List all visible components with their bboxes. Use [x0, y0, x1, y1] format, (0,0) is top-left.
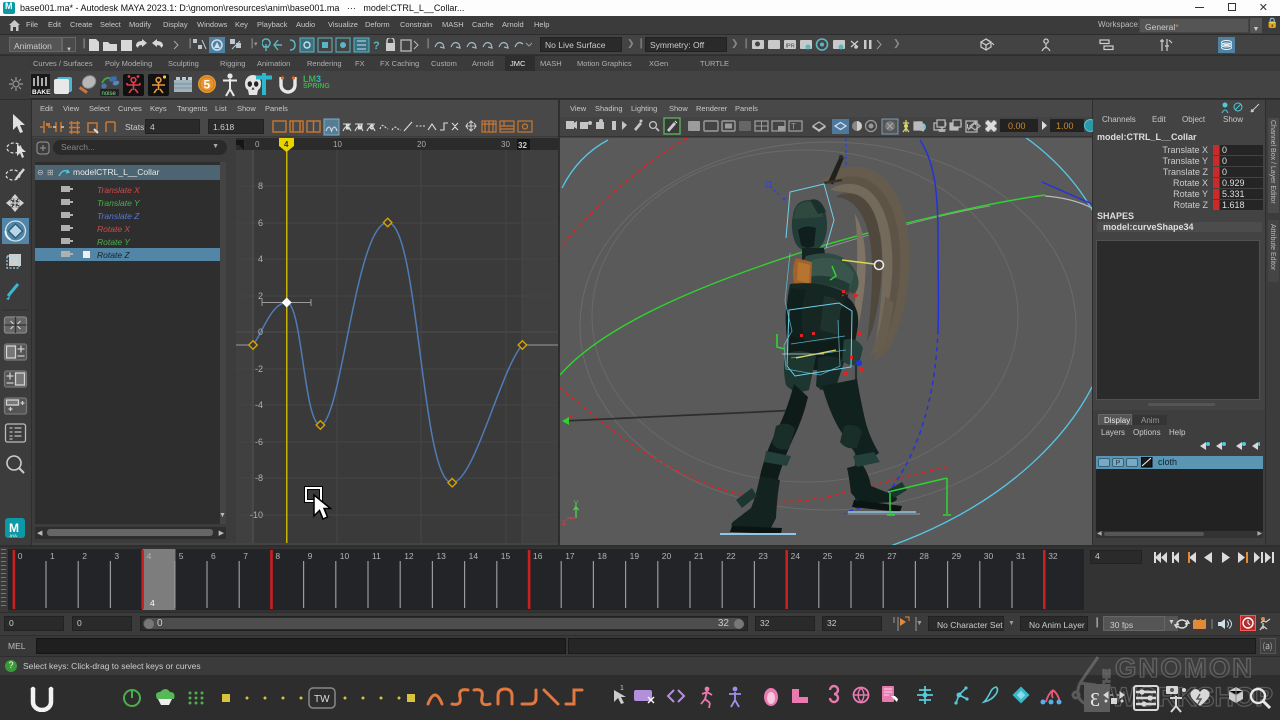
- svg-text:1: 1: [50, 551, 55, 561]
- svg-text:5: 5: [179, 551, 184, 561]
- svg-text:Ɛ: Ɛ: [1090, 689, 1100, 711]
- svg-text:0: 0: [255, 140, 260, 149]
- svg-text:32: 32: [1048, 551, 1058, 561]
- svg-text:13: 13: [436, 551, 446, 561]
- svg-text:-10: -10: [250, 510, 263, 520]
- svg-text:3: 3: [114, 551, 119, 561]
- svg-text:0.00: 0.00: [1008, 121, 1026, 131]
- svg-text:15: 15: [501, 551, 511, 561]
- svg-text:7: 7: [243, 551, 248, 561]
- svg-text:y: y: [574, 498, 578, 507]
- svg-text:0: 0: [258, 327, 263, 337]
- svg-text:4: 4: [150, 598, 155, 608]
- svg-text:4: 4: [147, 551, 152, 561]
- svg-text:4: 4: [258, 254, 263, 264]
- svg-text:-8: -8: [255, 473, 263, 483]
- svg-text:TW: TW: [314, 694, 330, 705]
- svg-text:10: 10: [340, 551, 350, 561]
- svg-text:4: 4: [284, 140, 289, 149]
- svg-text:18: 18: [597, 551, 607, 561]
- svg-text:31: 31: [1016, 551, 1026, 561]
- svg-text:5: 5: [204, 78, 211, 92]
- svg-text:-4: -4: [255, 400, 263, 410]
- svg-text:2: 2: [82, 551, 87, 561]
- svg-text:T: T: [791, 122, 796, 131]
- svg-text:M: M: [358, 125, 362, 131]
- svg-text:0: 0: [18, 551, 23, 561]
- svg-text:23: 23: [758, 551, 768, 561]
- svg-text:16: 16: [533, 551, 543, 561]
- svg-text:14: 14: [469, 551, 479, 561]
- svg-text:10: 10: [333, 140, 342, 149]
- svg-text:22: 22: [726, 551, 736, 561]
- svg-text:21: 21: [694, 551, 704, 561]
- svg-text:12: 12: [404, 551, 414, 561]
- svg-text:30: 30: [501, 140, 510, 149]
- svg-text:-2: -2: [255, 364, 263, 374]
- svg-text:AYA: AYA: [10, 533, 18, 538]
- svg-text:11: 11: [372, 551, 381, 561]
- svg-text:C: C: [370, 125, 374, 131]
- svg-text:24: 24: [791, 551, 801, 561]
- svg-text:27: 27: [887, 551, 897, 561]
- svg-text:GNOMON: GNOMON: [1115, 652, 1254, 683]
- svg-text:29: 29: [952, 551, 962, 561]
- svg-text:8: 8: [258, 181, 263, 191]
- svg-text:25: 25: [823, 551, 833, 561]
- svg-text:19: 19: [630, 551, 640, 561]
- svg-text:2: 2: [258, 291, 263, 301]
- svg-text:6: 6: [258, 218, 263, 228]
- svg-text:?: ?: [373, 40, 380, 52]
- svg-text:8: 8: [275, 551, 280, 561]
- svg-text:BAKE: BAKE: [32, 89, 51, 96]
- svg-text:32: 32: [518, 141, 527, 150]
- svg-text:noise: noise: [102, 91, 117, 97]
- svg-text:-6: -6: [255, 437, 263, 447]
- svg-text:26: 26: [855, 551, 865, 561]
- svg-text:z: z: [562, 518, 566, 527]
- svg-text:1: 1: [620, 685, 624, 692]
- svg-text:20: 20: [417, 140, 426, 149]
- svg-text:30: 30: [984, 551, 994, 561]
- svg-text:IPR: IPR: [786, 44, 795, 50]
- svg-text:17: 17: [565, 551, 575, 561]
- svg-text:6: 6: [211, 551, 216, 561]
- svg-text:9: 9: [308, 551, 313, 561]
- svg-text:20: 20: [662, 551, 672, 561]
- svg-text:28: 28: [919, 551, 929, 561]
- svg-text:1.00: 1.00: [1056, 121, 1074, 131]
